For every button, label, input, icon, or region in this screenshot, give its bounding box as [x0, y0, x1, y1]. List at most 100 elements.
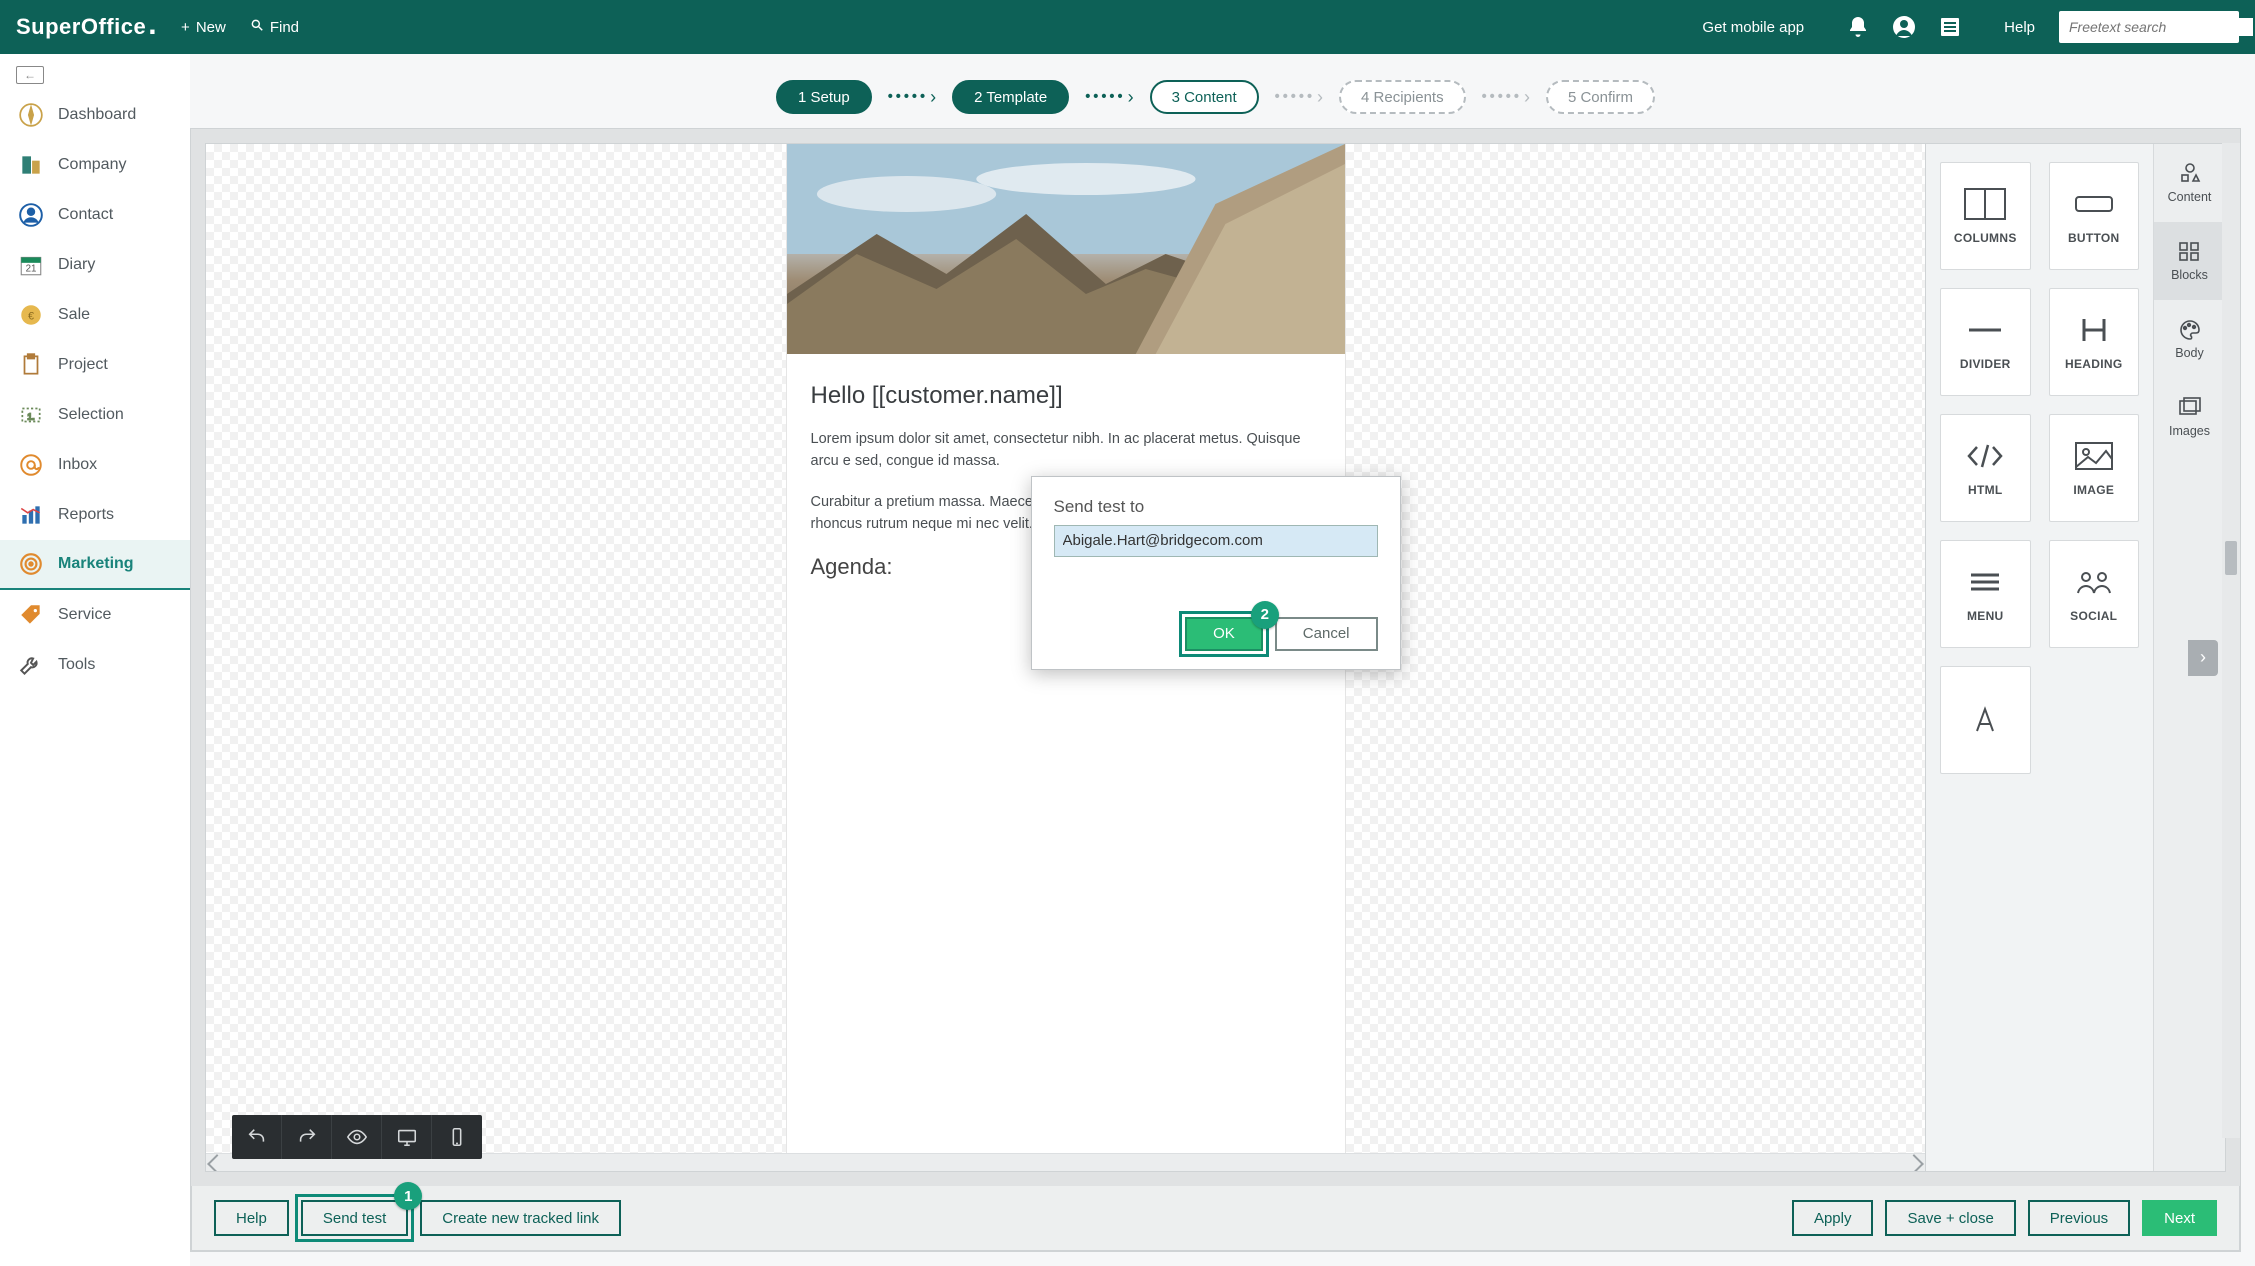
- nav-dashboard[interactable]: Dashboard: [0, 90, 190, 140]
- bar-chart-icon: [18, 502, 44, 528]
- user-icon[interactable]: [1892, 15, 1916, 39]
- nav-reports[interactable]: Reports: [0, 490, 190, 540]
- svg-text:€: €: [28, 310, 34, 322]
- tab-content[interactable]: Content: [2154, 144, 2225, 222]
- nav-diary[interactable]: 21 Diary: [0, 240, 190, 290]
- wizard-step-content[interactable]: 3 Content: [1150, 80, 1259, 114]
- heading-icon: [2072, 313, 2116, 347]
- menu-lines-icon: [1963, 565, 2007, 599]
- magnifier-icon: [250, 18, 264, 36]
- blocks-panel: › COLUMNS BUTTON DIVIDER: [1926, 143, 2226, 1172]
- nav-tools[interactable]: Tools: [0, 640, 190, 690]
- tab-body[interactable]: Body: [2154, 300, 2225, 378]
- send-test-email-input[interactable]: [1054, 525, 1378, 557]
- nav-selection[interactable]: 1. Selection: [0, 390, 190, 440]
- get-mobile-app-link[interactable]: Get mobile app: [1702, 19, 1804, 36]
- desktop-view-button[interactable]: [382, 1115, 432, 1159]
- nav-label: Reports: [58, 506, 114, 524]
- coin-icon: €: [18, 302, 44, 328]
- apply-button[interactable]: Apply: [1792, 1200, 1874, 1236]
- grid-icon: [2177, 240, 2203, 262]
- send-test-button[interactable]: Send test: [301, 1200, 408, 1236]
- wrench-icon: [18, 652, 44, 678]
- editor-toolbar: [232, 1115, 482, 1159]
- block-menu[interactable]: MENU: [1940, 540, 2031, 648]
- nav-label: Dashboard: [58, 106, 136, 124]
- block-heading[interactable]: HEADING: [2049, 288, 2140, 396]
- block-html[interactable]: HTML: [1940, 414, 2031, 522]
- nav-service[interactable]: Service: [0, 590, 190, 640]
- nav-label: Contact: [58, 206, 113, 224]
- block-social[interactable]: SOCIAL: [2049, 540, 2140, 648]
- code-icon: [1963, 439, 2007, 473]
- wizard-step-template[interactable]: 2 Template: [952, 80, 1069, 114]
- top-bar: SuperOffice. + New Find Get mobile app H…: [0, 0, 2255, 54]
- nav-label: Project: [58, 356, 108, 374]
- images-icon: [2177, 396, 2203, 418]
- find-button[interactable]: Find: [250, 18, 299, 36]
- palette-icon: [2177, 318, 2203, 340]
- next-button[interactable]: Next: [2142, 1200, 2217, 1236]
- preview-button[interactable]: [332, 1115, 382, 1159]
- dialog-ok-button[interactable]: OK: [1185, 617, 1263, 651]
- send-test-dialog: Send test to OK 2 Cancel: [1031, 476, 1401, 670]
- svg-text:21: 21: [26, 264, 37, 275]
- block-image[interactable]: IMAGE: [2049, 414, 2140, 522]
- wizard-step-setup[interactable]: 1 Setup: [776, 80, 872, 114]
- undo-button[interactable]: [232, 1115, 282, 1159]
- nav-label: Marketing: [58, 555, 134, 573]
- email-greeting: Hello [[customer.name]]: [811, 382, 1321, 410]
- wizard-steps: 1 Setup •••••› 2 Template •••••› 3 Conte…: [190, 72, 2241, 128]
- image-icon: [2072, 439, 2116, 473]
- vertical-scrollbar[interactable]: [2222, 143, 2240, 1138]
- button-icon: [2072, 187, 2116, 221]
- block-text[interactable]: [1940, 666, 2031, 774]
- nav-label: Tools: [58, 656, 95, 674]
- columns-icon: [1963, 187, 2007, 221]
- expand-panel-button[interactable]: ›: [2188, 640, 2218, 676]
- nav-inbox[interactable]: Inbox: [0, 440, 190, 490]
- main-area: 1 Setup •••••› 2 Template •••••› 3 Conte…: [190, 54, 2255, 1266]
- tab-blocks[interactable]: Blocks: [2154, 222, 2225, 300]
- nav-company[interactable]: Company: [0, 140, 190, 190]
- freetext-search-input[interactable]: [2067, 18, 2253, 36]
- tag-icon: [18, 602, 44, 628]
- plus-icon: +: [181, 19, 190, 36]
- bell-icon[interactable]: [1846, 15, 1870, 39]
- nav-label: Service: [58, 606, 111, 624]
- nav-marketing[interactable]: Marketing: [0, 540, 190, 590]
- target-icon: [18, 551, 44, 577]
- block-columns[interactable]: COLUMNS: [1940, 162, 2031, 270]
- at-icon: [18, 452, 44, 478]
- dialog-cancel-button[interactable]: Cancel: [1275, 617, 1378, 651]
- freetext-search[interactable]: [2059, 11, 2239, 43]
- help-link[interactable]: Help: [2004, 19, 2035, 36]
- divider-icon: [1963, 313, 2007, 347]
- new-button[interactable]: + New: [181, 19, 226, 36]
- clipboard-icon: [18, 352, 44, 378]
- calendar-icon: 21: [18, 252, 44, 278]
- nav-sale[interactable]: € Sale: [0, 290, 190, 340]
- help-button[interactable]: Help: [214, 1200, 289, 1236]
- content-canvas: Hello [[customer.name]] Lorem ipsum dolo…: [190, 128, 2241, 1252]
- wizard-step-recipients[interactable]: 4 Recipients: [1339, 80, 1466, 114]
- block-divider[interactable]: DIVIDER: [1940, 288, 2031, 396]
- email-paragraph: Lorem ipsum dolor sit amet, consectetur …: [811, 428, 1321, 473]
- hero-image[interactable]: [787, 144, 1345, 354]
- selection-icon: 1.: [18, 402, 44, 428]
- collapse-nav-button[interactable]: ←: [16, 66, 44, 84]
- person-icon: [18, 202, 44, 228]
- tab-images[interactable]: Images: [2154, 378, 2225, 456]
- redo-button[interactable]: [282, 1115, 332, 1159]
- wizard-step-confirm[interactable]: 5 Confirm: [1546, 80, 1655, 114]
- block-button[interactable]: BUTTON: [2049, 162, 2140, 270]
- nav-label: Company: [58, 156, 126, 174]
- nav-label: Sale: [58, 306, 90, 324]
- nav-contact[interactable]: Contact: [0, 190, 190, 240]
- mobile-view-button[interactable]: [432, 1115, 482, 1159]
- previous-button[interactable]: Previous: [2028, 1200, 2130, 1236]
- menu-panel-icon[interactable]: [1938, 15, 1962, 39]
- create-tracked-link-button[interactable]: Create new tracked link: [420, 1200, 621, 1236]
- save-close-button[interactable]: Save + close: [1885, 1200, 2015, 1236]
- nav-project[interactable]: Project: [0, 340, 190, 390]
